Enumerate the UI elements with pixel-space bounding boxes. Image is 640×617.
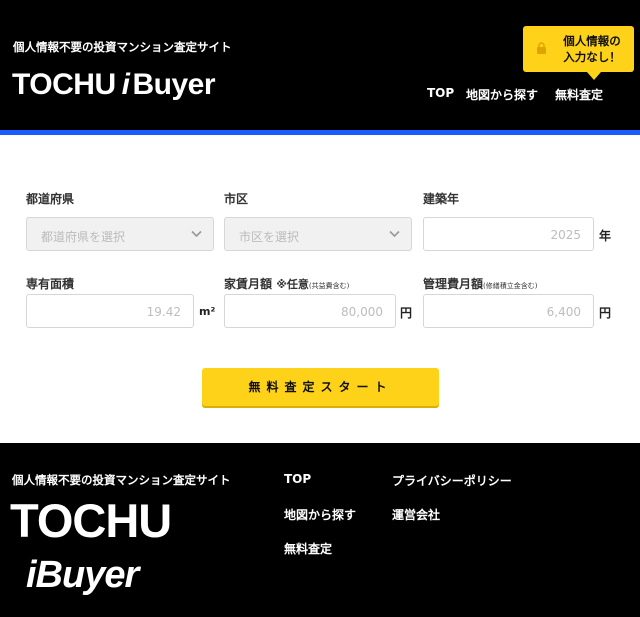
footer-link-free-appraisal[interactable]: 無料査定 — [284, 540, 332, 557]
footer-link-privacy-policy[interactable]: プライバシーポリシー — [392, 472, 512, 489]
area-label: 専有面積 — [26, 277, 75, 291]
footer-logo-line-2[interactable]: iBuyer — [26, 553, 139, 597]
rent-label: 家賃月額 ※任意(共益費含む) — [224, 275, 349, 292]
logo-text-tochu: TOCHU — [12, 68, 116, 101]
footer-link-map-search[interactable]: 地図から探す — [284, 506, 356, 523]
site-tagline: 個人情報不要の投資マンション査定サイト — [13, 40, 232, 54]
nav-top-link[interactable]: TOP — [427, 86, 454, 100]
rent-label-text: 家賃月額 — [224, 277, 273, 291]
logo-text-i: i — [121, 68, 130, 101]
footer-tagline: 個人情報不要の投資マンション査定サイト — [12, 473, 231, 487]
footer-logo-line-1[interactable]: TOCHU — [10, 496, 172, 546]
city-select[interactable]: 市区を選択 — [224, 217, 412, 251]
area-input[interactable]: 19.42 — [26, 294, 194, 328]
logo-text-buyer: Buyer — [132, 68, 216, 101]
footer-link-company[interactable]: 運営会社 — [392, 506, 440, 523]
site-footer: 個人情報不要の投資マンション査定サイト TOCHU iBuyer TOP 地図か… — [0, 443, 640, 617]
built-year-unit: 年 — [599, 229, 612, 243]
rent-optional-mark: ※任意 — [276, 278, 309, 291]
built-year-value: 2025 — [550, 228, 581, 242]
prefecture-label: 都道府県 — [26, 192, 75, 206]
rent-input[interactable]: 80,000 — [224, 294, 396, 328]
rent-note: (共益費含む) — [308, 282, 350, 290]
fee-label: 管理費月額(修繕積立金含む) — [423, 275, 537, 292]
fee-note: (修繕積立金含む) — [483, 282, 538, 290]
rent-value: 80,000 — [341, 305, 383, 319]
prefecture-placeholder: 都道府県を選択 — [41, 230, 126, 244]
chevron-down-icon — [191, 230, 202, 238]
site-header: 個人情報不要の投資マンション査定サイト TOCHU i Buyer 個人情報の 入力… — [0, 0, 640, 130]
area-value: 19.42 — [146, 305, 181, 319]
no-personal-info-badge: 個人情報の 入力なし！ — [523, 26, 634, 80]
promo-line-2: 入力なし！ — [563, 50, 621, 64]
site-logo[interactable]: TOCHU i Buyer — [12, 68, 216, 102]
start-appraisal-button[interactable]: 無料査定スタート — [202, 368, 439, 406]
fee-input[interactable]: 6,400 — [423, 294, 594, 328]
built-year-input[interactable]: 2025 — [423, 217, 594, 251]
fee-unit: 円 — [599, 306, 612, 320]
built-year-label: 建築年 — [423, 192, 460, 206]
nav-free-appraisal-link[interactable]: 無料査定 — [555, 86, 603, 103]
nav-map-search-link[interactable]: 地図から探す — [466, 86, 538, 103]
rent-unit: 円 — [400, 306, 413, 320]
footer-link-top[interactable]: TOP — [284, 472, 311, 486]
chevron-down-icon — [389, 230, 400, 238]
area-unit: m² — [199, 305, 216, 318]
lock-icon — [537, 42, 546, 54]
promo-line-1: 個人情報の — [563, 34, 621, 48]
appraisal-form: 都道府県 都道府県を選択 市区 市区を選択 建築年 2025 年 専有面積 19… — [0, 135, 640, 443]
fee-value: 6,400 — [546, 305, 581, 319]
city-placeholder: 市区を選択 — [239, 230, 300, 244]
fee-label-text: 管理費月額 — [423, 277, 484, 291]
prefecture-select[interactable]: 都道府県を選択 — [26, 217, 214, 251]
city-label: 市区 — [224, 192, 249, 206]
